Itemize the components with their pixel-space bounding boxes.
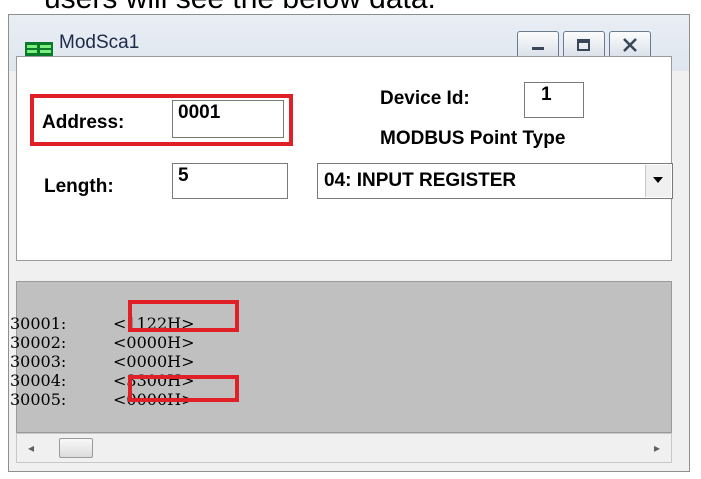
minimize-icon bbox=[532, 47, 544, 50]
device-id-input[interactable]: 1 bbox=[524, 82, 584, 118]
point-type-select[interactable]: 04: INPUT REGISTER bbox=[317, 163, 673, 199]
maximize-icon bbox=[577, 39, 590, 51]
register-address: 30005: bbox=[10, 390, 67, 409]
close-button[interactable] bbox=[609, 31, 651, 59]
register-address: 30001: bbox=[10, 314, 67, 333]
address-input[interactable]: 0001 bbox=[172, 100, 284, 138]
maximize-button[interactable] bbox=[563, 31, 605, 59]
dropdown-button[interactable] bbox=[645, 165, 671, 197]
register-address: 30004: bbox=[10, 371, 67, 390]
register-address: 30002: bbox=[10, 333, 67, 352]
app-icon bbox=[25, 42, 53, 56]
register-address: 30003: bbox=[10, 352, 67, 371]
minimize-button[interactable] bbox=[517, 31, 559, 59]
length-input[interactable]: 5 bbox=[172, 163, 288, 199]
device-id-label: Device Id: bbox=[380, 88, 470, 109]
point-type-label: MODBUS Point Type bbox=[380, 128, 566, 149]
dropdown-arrow-icon bbox=[653, 177, 663, 183]
scroll-right-icon[interactable]: ▸ bbox=[649, 438, 665, 458]
window-title: ModSca1 bbox=[59, 32, 140, 53]
scroll-left-icon[interactable]: ◂ bbox=[23, 438, 39, 458]
register-value: <0000H> bbox=[113, 352, 195, 371]
scroll-thumb[interactable] bbox=[59, 438, 93, 458]
register-value: <0000H> bbox=[113, 333, 195, 352]
value-highlight bbox=[128, 300, 239, 332]
address-label: Address: bbox=[42, 112, 125, 133]
length-label: Length: bbox=[44, 176, 114, 197]
close-icon bbox=[623, 38, 637, 52]
value-highlight bbox=[128, 375, 239, 402]
point-type-value: 04: INPUT REGISTER bbox=[324, 170, 517, 191]
horizontal-scrollbar[interactable]: ◂ ▸ bbox=[16, 433, 672, 463]
